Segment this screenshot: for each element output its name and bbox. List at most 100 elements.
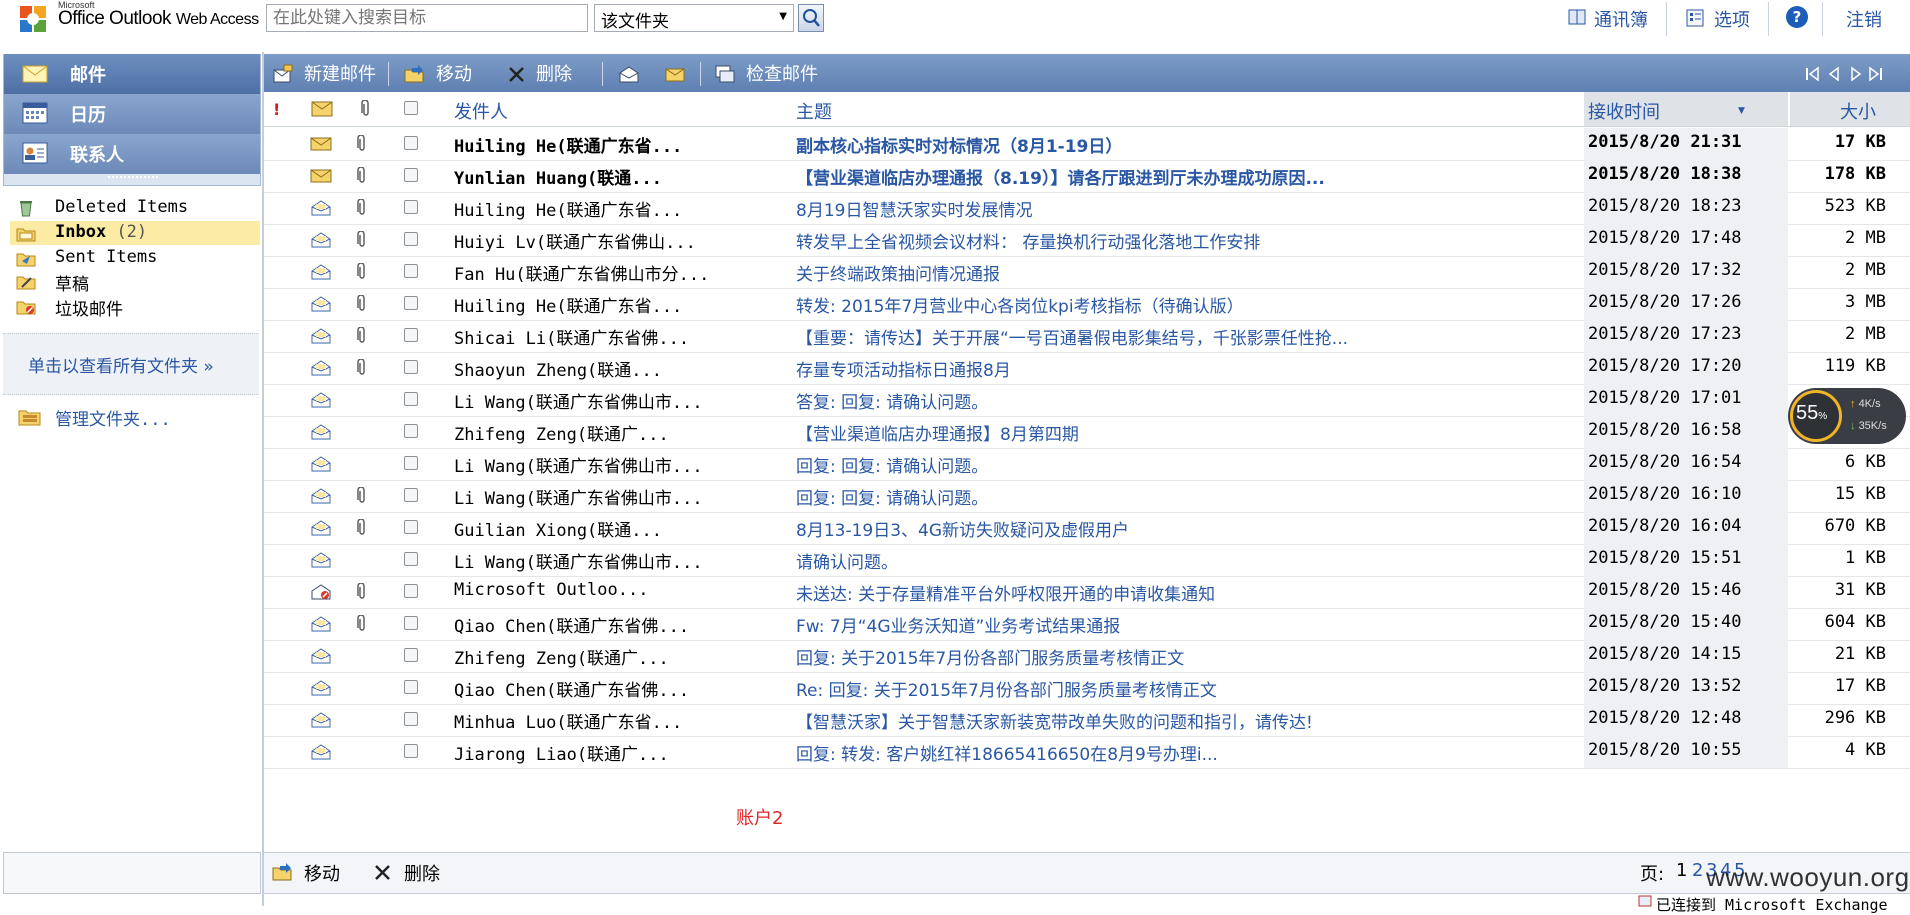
message-checkbox[interactable] [404,648,418,662]
first-page-icon[interactable] [1804,66,1822,82]
message-row[interactable]: Li Wang(联通广东省佛山市... 回复: 回复: 请确认问题。 2015/8/… [264,448,1910,481]
message-row[interactable]: Huiling He(联通广东省... 8月19日智慧沃家实时发展情况 2015/8… [264,192,1910,225]
attachment-column-icon[interactable] [360,100,372,118]
nav-calendar[interactable]: 日历 [4,94,260,134]
help-icon[interactable]: ? [1786,6,1808,28]
message-checkbox[interactable] [404,136,418,150]
upload-arrow-icon: ↑ [1850,398,1856,410]
show-all-folders-link[interactable]: 单击以查看所有文件夹 » [28,352,214,377]
message-checkbox[interactable] [404,520,418,534]
message-checkbox[interactable] [404,552,418,566]
message-row[interactable]: Shaoyun Zheng(联通... 存量专项活动指标日通报8月 2015/8/2… [264,352,1910,385]
column-from[interactable]: 发件人 [454,98,508,124]
message-checkbox[interactable] [404,456,418,470]
message-checkbox[interactable] [404,488,418,502]
message-checkbox[interactable] [404,232,418,246]
manage-folders-link[interactable]: 管理文件夹... [55,405,171,430]
message-subject[interactable]: 回复: 转发: 客户姚红祥18665416650在8月9号办理i... [796,740,1218,765]
mark-unread-button[interactable] [660,54,690,92]
message-subject[interactable]: 关于终端政策抽问情况通报 [796,260,1000,285]
folder-deleted-items[interactable]: Deleted Items [10,196,260,220]
message-checkbox[interactable] [404,296,418,310]
mark-read-button[interactable] [614,54,644,92]
nav-mail[interactable]: 邮件 [4,54,260,94]
message-row[interactable]: Microsoft Outloo... 未送达: 关于存量精准平台外呼权限开通的申… [264,576,1910,609]
message-row[interactable]: Shicai Li(联通广东省佛... 【重要：请传达】关于开展“一号百通暑假电影… [264,320,1910,353]
message-row[interactable]: Qiao Chen(联通广东省佛... Re: 回复: 关于2015年7月份各部门… [264,672,1910,705]
message-subject[interactable]: 副本核心指标实时对标情况（8月1-19日） [796,132,1122,157]
message-subject[interactable]: 【营业渠道临店办理通报】8月第四期 [796,420,1079,445]
next-page-icon[interactable] [1846,66,1864,82]
message-subject[interactable]: 回复: 回复: 请确认问题。 [796,452,988,477]
logout-link[interactable]: 注销 [1846,6,1882,32]
select-all-checkbox[interactable] [404,101,418,115]
page-link-1[interactable]: 1 [1676,860,1687,881]
message-checkbox[interactable] [404,264,418,278]
sort-descending-icon: ▼ [1738,106,1745,116]
bottom-delete-button[interactable]: 删除 [404,860,440,886]
page-link-2[interactable]: 2 [1692,860,1703,881]
message-subject[interactable]: 【智慧沃家】关于智慧沃家新装宽带改单失败的问题和指引，请传达! [796,708,1313,733]
nav-contacts[interactable]: 联系人 [4,134,260,174]
message-checkbox[interactable] [404,712,418,726]
column-received[interactable]: 接收时间 [1588,98,1660,124]
message-checkbox[interactable] [404,616,418,630]
options-link[interactable]: 选项 [1714,6,1750,32]
message-row[interactable]: Huiling He(联通广东省... 转发: 2015年7月营业中心各岗位kpi… [264,288,1910,321]
message-checkbox[interactable] [404,680,418,694]
previous-page-icon[interactable] [1826,66,1844,82]
column-subject[interactable]: 主题 [796,98,832,124]
message-row[interactable]: Qiao Chen(联通广东省佛... Fw: 7月“4G业务沃知道”业务考试结果… [264,608,1910,641]
message-subject[interactable]: 【营业渠道临店办理通报（8.19）】请各厅跟进到厅未办理成功原因... [796,164,1325,189]
message-subject[interactable]: 回复: 回复: 请确认问题。 [796,484,988,509]
nav-resize-grip[interactable] [108,176,158,182]
read-mail-icon [311,648,331,664]
search-button[interactable] [798,4,824,32]
message-row[interactable]: Guilian Xiong(联通... 8月13-19日3、4G新访失败疑问及虚假… [264,512,1910,545]
message-subject[interactable]: Fw: 7月“4G业务沃知道”业务考试结果通报 [796,612,1120,637]
message-subject[interactable]: 8月19日智慧沃家实时发展情况 [796,196,1032,221]
message-checkbox[interactable] [404,392,418,406]
message-subject[interactable]: 8月13-19日3、4G新访失败疑问及虚假用户 [796,516,1129,541]
search-input[interactable] [266,4,588,32]
message-checkbox[interactable] [404,584,418,598]
message-row[interactable]: Jiarong Liao(联通广... 回复: 转发: 客户姚红祥18665416… [264,736,1910,769]
message-row[interactable]: Zhifeng Zeng(联通广... 【营业渠道临店办理通报】8月第四期 2015… [264,416,1910,449]
message-row[interactable]: Li Wang(联通广东省佛山市... 回复: 回复: 请确认问题。 2015/8/… [264,480,1910,513]
message-subject[interactable]: 转发早上全省视频会议材料： 存量换机行动强化落地工作安排 [796,228,1260,253]
importance-column-icon[interactable]: ! [273,100,280,119]
message-checkbox[interactable] [404,168,418,182]
message-row[interactable]: Li Wang(联通广东省佛山市... 请确认问题。 2015/8/20 15:51… [264,544,1910,577]
search-scope-select[interactable]: 该文件夹 ▼ [594,4,794,32]
message-row[interactable]: Zhifeng Zeng(联通广... 回复: 关于2015年7月份各部门服务质量… [264,640,1910,673]
message-row[interactable]: Huiyi Lv(联通广东省佛山... 转发早上全省视频会议材料： 存量换机行动强… [264,224,1910,257]
bottom-move-button[interactable]: 移动 [304,860,340,886]
message-subject[interactable]: 【重要：请传达】关于开展“一号百通暑假电影集结号，千张影票任性抢... [796,324,1348,349]
folder-junk[interactable]: 垃圾邮件 [10,294,260,320]
message-checkbox[interactable] [404,360,418,374]
message-row[interactable]: Huiling He(联通广东省... 副本核心指标实时对标情况（8月1-19日）… [264,128,1910,161]
column-size[interactable]: 大小 [1840,98,1876,124]
folder-sent-items[interactable]: Sent Items [10,246,260,270]
message-checkbox[interactable] [404,424,418,438]
folder-inbox[interactable]: Inbox (2) [10,221,260,245]
folder-drafts[interactable]: 草稿 [10,269,260,295]
read-mail-icon [311,424,331,440]
message-checkbox[interactable] [404,744,418,758]
message-subject[interactable]: 答复: 回复: 请确认问题。 [796,388,988,413]
message-row[interactable]: Minhua Luo(联通广东省... 【智慧沃家】关于智慧沃家新装宽带改单失败的… [264,704,1910,737]
message-checkbox[interactable] [404,200,418,214]
message-row[interactable]: Fan Hu(联通广东省佛山市分... 关于终端政策抽问情况通报 2015/8/20… [264,256,1910,289]
message-row[interactable]: Yunlian Huang(联通... 【营业渠道临店办理通报（8.19）】请各厅… [264,160,1910,193]
message-subject[interactable]: 请确认问题。 [796,548,898,573]
last-page-icon[interactable] [1866,66,1884,82]
message-subject[interactable]: Re: 回复: 关于2015年7月份各部门服务质量考核情正文 [796,676,1217,701]
message-subject[interactable]: 回复: 关于2015年7月份各部门服务质量考核情正文 [796,644,1184,669]
message-subject[interactable]: 未送达: 关于存量精准平台外呼权限开通的申请收集通知 [796,580,1215,605]
message-row[interactable]: Li Wang(联通广东省佛山市... 答复: 回复: 请确认问题。 2015/8/… [264,384,1910,417]
message-subject[interactable]: 转发: 2015年7月营业中心各岗位kpi考核指标（待确认版） [796,292,1244,317]
message-type-column-icon[interactable] [311,101,333,117]
address-book-link[interactable]: 通讯簿 [1594,6,1648,32]
message-checkbox[interactable] [404,328,418,342]
message-subject[interactable]: 存量专项活动指标日通报8月 [796,356,1011,381]
